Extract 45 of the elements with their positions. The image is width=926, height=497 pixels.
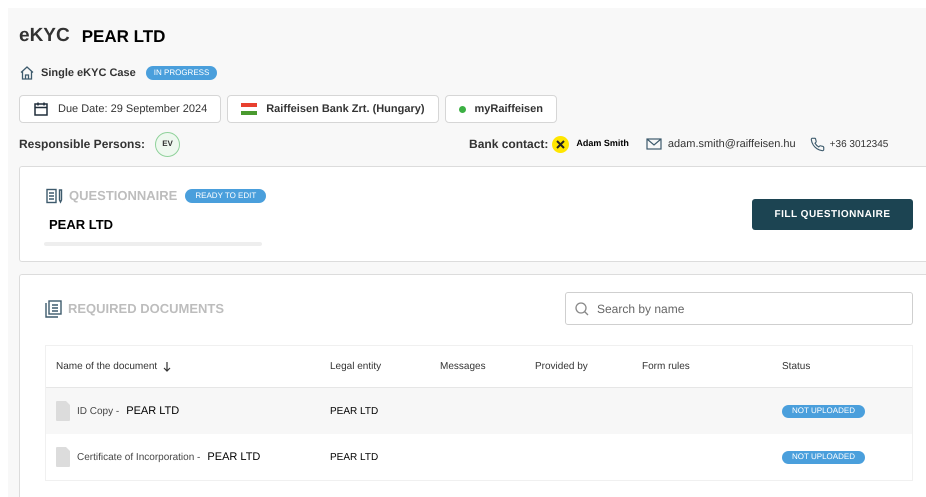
- mail-icon: [646, 138, 662, 150]
- person-avatar: EV: [155, 132, 180, 156]
- case-type: Single eKYC Case: [41, 66, 136, 80]
- search-icon: [575, 302, 589, 316]
- bank-contact-label: Bank contact:: [469, 136, 548, 153]
- file-icon: [56, 401, 70, 421]
- phone-icon: [810, 136, 825, 152]
- contact-email: adam.smith@raiffeisen.hu: [668, 136, 796, 152]
- responsible-label: Responsible Persons:: [19, 136, 146, 153]
- table-cell-text: PEAR LTD: [330, 404, 378, 418]
- entity-name: PEAR LTD: [49, 216, 114, 234]
- fill-questionnaire-button[interactable]: FILL QUESTIONNAIRE: [752, 199, 913, 230]
- status-badge: READY TO EDIT: [185, 188, 266, 203]
- column-header[interactable]: Form rules: [642, 359, 690, 374]
- column-header[interactable]: Status: [782, 359, 810, 374]
- chip-label: Raiffeisen Bank Zrt. (Hungary): [266, 102, 425, 117]
- contact-name: Adam Smith: [576, 137, 629, 150]
- table-cell-text: PEAR LTD: [330, 450, 378, 464]
- company-name: PEAR LTD: [82, 26, 166, 48]
- chip-label: Due Date: 29 September 2024: [58, 102, 208, 117]
- column-header[interactable]: Provided by: [535, 359, 588, 374]
- document-entity: PEAR LTD: [126, 404, 180, 419]
- document-name: ID Copy -: [77, 404, 120, 418]
- file-icon: [56, 447, 70, 467]
- status-badge: IN PROGRESS: [146, 66, 218, 80]
- chip-label: myRaiffeisen: [474, 102, 544, 117]
- bank-logo-icon: [552, 136, 570, 152]
- column-header[interactable]: Legal entity: [330, 359, 382, 374]
- calendar-icon: [33, 101, 49, 117]
- column-header[interactable]: Messages: [440, 359, 486, 374]
- column-header[interactable]: Name of the document: [56, 359, 158, 374]
- sort-down-icon[interactable]: [163, 362, 172, 372]
- flag-icon: [241, 103, 258, 115]
- home-icon: [19, 64, 35, 81]
- contact-phone: +36 3012345: [830, 138, 888, 152]
- section-title: REQUIRED DOCUMENTS: [68, 300, 224, 318]
- status-badge: NOT UPLOADED: [782, 404, 865, 418]
- form-edit-icon: [46, 188, 63, 204]
- section-title: QUESTIONNAIRE: [69, 187, 178, 205]
- document-name: Certificate of Incorporation -: [77, 450, 200, 464]
- search-field[interactable]: Search by name: [565, 292, 913, 325]
- status-badge: NOT UPLOADED: [782, 450, 865, 464]
- document-entity: PEAR LTD: [207, 450, 260, 465]
- page-title: eKYC: [19, 24, 70, 48]
- documents-icon: [45, 300, 62, 318]
